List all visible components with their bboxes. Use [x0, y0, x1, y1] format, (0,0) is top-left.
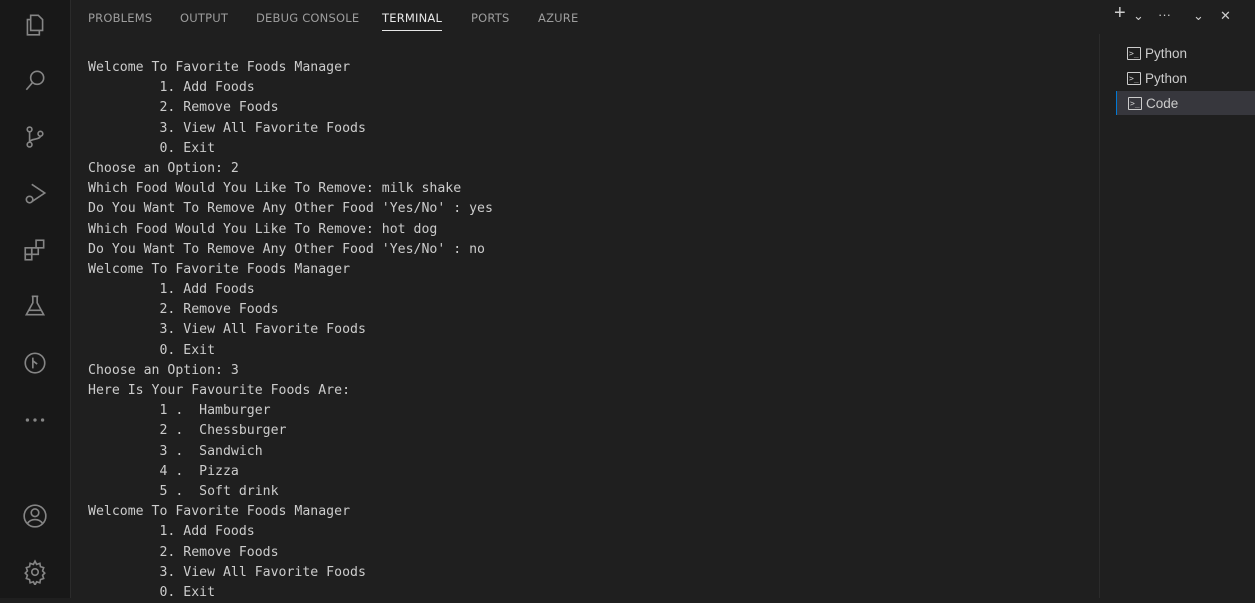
terminal-line: 2 . Chessburger [88, 423, 287, 439]
terminal-icon: >_ [1127, 46, 1141, 60]
tab-azure[interactable]: AZURE [538, 11, 578, 25]
terminal-icon: >_ [1128, 96, 1142, 110]
close-panel-icon[interactable]: ✕ [1220, 8, 1231, 30]
source-control-icon[interactable] [0, 117, 70, 157]
terminal-line: 1. Add Foods [88, 524, 255, 540]
terminal-line: Choose an Option: 2 [88, 160, 239, 176]
terminal-session-label: Code [1146, 95, 1179, 111]
terminal-line: Here Is Your Favourite Foods Are: [88, 383, 351, 398]
terminal-line: 4 . Pizza [88, 463, 239, 479]
activity-bar [0, 0, 71, 598]
terminal-line: 3. View All Favorite Foods [88, 564, 366, 580]
more-actions-icon[interactable]: ··· [1158, 7, 1171, 29]
terminal-line: 0. Exit [88, 584, 216, 600]
terminal-line: 3. View All Favorite Foods [88, 322, 366, 338]
terminal-line: Welcome To Favorite Foods Manager [88, 60, 351, 75]
tab-output[interactable]: OUTPUT [180, 11, 228, 25]
terminal-line: 1. Add Foods [88, 282, 255, 298]
terminal-line: 2. Remove Foods [88, 544, 279, 560]
terminal-session-code[interactable]: >_ Code [1116, 91, 1255, 115]
terminal-session-python-2[interactable]: >_ Python [1116, 66, 1255, 90]
terminal-line: Do You Want To Remove Any Other Food 'Ye… [88, 201, 493, 217]
terminal-line: 1. Add Foods [88, 80, 255, 96]
panel-tab-bar: PROBLEMS OUTPUT DEBUG CONSOLE TERMINAL P… [70, 0, 1255, 34]
terminal-session-python-1[interactable]: >_ Python [1116, 41, 1255, 65]
terminal-line: 2. Remove Foods [88, 100, 279, 116]
git-graph-icon[interactable] [0, 343, 70, 383]
terminal-session-label: Python [1145, 70, 1188, 86]
terminal-dropdown-chevron-icon[interactable]: ⌄ [1133, 8, 1144, 30]
run-debug-icon[interactable] [0, 173, 70, 213]
terminal-line: Choose an Option: 3 [88, 362, 239, 378]
terminal-line: 2. Remove Foods [88, 302, 279, 318]
terminal-line: 5 . Soft drink [88, 483, 279, 499]
tab-debug-console[interactable]: DEBUG CONSOLE [256, 11, 359, 25]
account-icon[interactable] [0, 496, 70, 536]
terminal-line: Which Food Would You Like To Remove: mil… [88, 181, 462, 197]
tab-terminal[interactable]: TERMINAL [382, 11, 443, 31]
tab-problems[interactable]: PROBLEMS [88, 11, 152, 25]
terminal-sessions-list: >_ Python >_ Python >_ Code [1099, 34, 1255, 598]
terminal-line: 3 . Sandwich [88, 443, 263, 459]
terminal-line: 0. Exit [88, 140, 216, 156]
search-icon[interactable] [0, 60, 70, 100]
terminal-line: Which Food Would You Like To Remove: hot… [88, 221, 438, 237]
terminal-line: Welcome To Favorite Foods Manager [88, 504, 351, 520]
maximize-panel-chevron-icon[interactable]: ⌄ [1193, 8, 1204, 30]
terminal-line: Do You Want To Remove Any Other Food 'Ye… [88, 241, 485, 257]
terminal-icon: >_ [1127, 71, 1141, 85]
settings-gear-icon[interactable] [0, 552, 70, 592]
tab-ports[interactable]: PORTS [471, 11, 509, 25]
terminal-session-label: Python [1145, 45, 1188, 61]
terminal-line: 3. View All Favorite Foods [88, 120, 366, 136]
terminal-line: 1 . Hamburger [88, 403, 271, 419]
new-terminal-button[interactable]: + [1114, 2, 1126, 24]
explorer-icon[interactable] [0, 5, 70, 45]
more-icon[interactable] [0, 400, 70, 440]
terminal-line: Welcome To Favorite Foods Manager [88, 261, 351, 277]
terminal-line: 0. Exit [88, 342, 216, 358]
extensions-icon[interactable] [0, 230, 70, 270]
testing-icon[interactable] [0, 286, 70, 326]
terminal-output[interactable]: Welcome To Favorite Foods Manager 1. Add… [88, 58, 1088, 600]
